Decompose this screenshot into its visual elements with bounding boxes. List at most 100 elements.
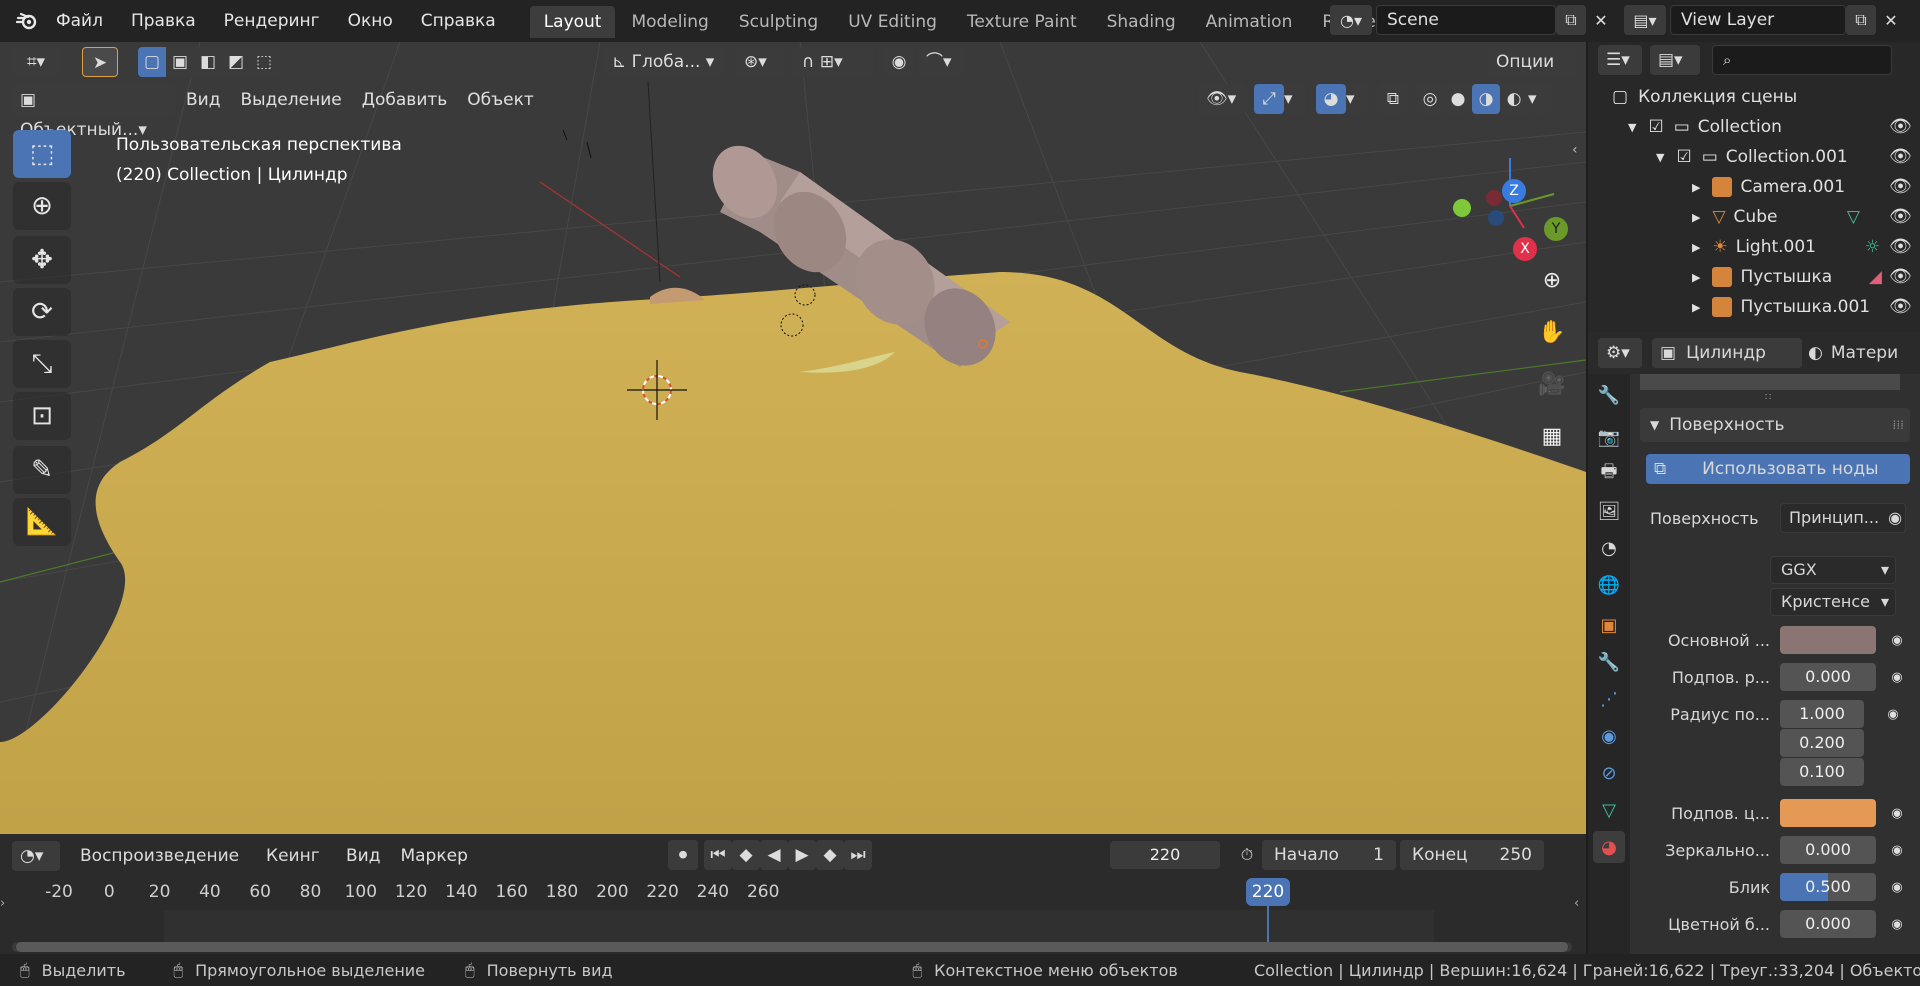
- prev-keyframe-icon[interactable]: ◆: [732, 840, 760, 870]
- select-cursor-icon[interactable]: ➤: [82, 47, 118, 77]
- drag-handle-icon[interactable]: ⁞⁞⁞: [1893, 418, 1904, 432]
- menu-file[interactable]: Файл: [42, 0, 117, 42]
- subsurface-method-dropdown[interactable]: Кристенсе ▾: [1770, 588, 1896, 616]
- playback-dropdown[interactable]: Воспроизведение ▾: [72, 841, 254, 896]
- pan-hand-icon[interactable]: ✋: [1532, 312, 1572, 352]
- eye-icon[interactable]: 👁: [1889, 296, 1912, 317]
- transform-tool-icon[interactable]: ⊡: [13, 392, 71, 440]
- constraint-icon[interactable]: ◢: [1869, 267, 1882, 287]
- outliner-editor-icon[interactable]: ☰▾: [1598, 45, 1642, 75]
- outliner-row-collection[interactable]: ▼ ☑ ▭ Collection 👁: [1588, 112, 1920, 142]
- eye-icon[interactable]: 👁: [1889, 206, 1912, 227]
- subsurface-radius-y[interactable]: 0.200: [1780, 729, 1864, 757]
- view-layer-icon[interactable]: ▤▾: [1624, 5, 1666, 35]
- checkbox-icon[interactable]: ☑: [1676, 147, 1691, 167]
- outliner-row-cube[interactable]: ▶ ▽ Cube ▽ 👁: [1588, 202, 1920, 232]
- select-intersect-icon[interactable]: ⬚: [250, 47, 278, 77]
- surface-shader-dropdown[interactable]: Принцип... ◉: [1780, 503, 1906, 533]
- properties-editor-icon[interactable]: ⚙▾: [1598, 338, 1642, 368]
- select-subtract-icon[interactable]: ◧: [194, 47, 222, 77]
- viewport-menu-select[interactable]: Выделение: [230, 84, 351, 116]
- link-icon[interactable]: ◉: [1882, 703, 1904, 725]
- wireframe-shading-icon[interactable]: ◎: [1416, 84, 1444, 114]
- blender-icon[interactable]: [12, 6, 42, 36]
- snap-icon[interactable]: ∩ ⊞▾: [794, 47, 874, 77]
- collapse-arrow-icon[interactable]: ▶: [1692, 301, 1700, 314]
- start-frame-field[interactable]: Начало 1: [1262, 840, 1396, 870]
- light-data-icon[interactable]: ☼: [1865, 237, 1880, 257]
- subsurface-radius-x[interactable]: 1.000: [1780, 700, 1864, 728]
- eye-icon[interactable]: 👁: [1889, 236, 1912, 257]
- link-icon[interactable]: ◉: [1886, 666, 1908, 688]
- object-mode-dropdown[interactable]: ▣ Объектный...▾: [12, 85, 176, 140]
- material-breadcrumb[interactable]: ◐ Матери: [1808, 343, 1898, 363]
- use-nodes-button[interactable]: ⧉ Использовать ноды: [1646, 454, 1910, 484]
- timeline-ruler[interactable]: -20 0 20 40 60 80 100 120 140 160 180 200 220 240 260 …: [12, 878, 1572, 942]
- tab-shading[interactable]: Shading: [1093, 6, 1190, 38]
- tab-layout[interactable]: Layout: [529, 6, 616, 38]
- editor-type-icon[interactable]: ⌗▾: [12, 47, 60, 77]
- tool-tab-icon[interactable]: 🔧: [1593, 379, 1625, 411]
- scene-icon[interactable]: ◔▾: [1330, 5, 1372, 35]
- viewport-menu-add[interactable]: Добавить: [352, 84, 458, 116]
- outliner-row-empty[interactable]: ▶ Пустышка ◢ 👁: [1588, 262, 1920, 292]
- select-box-tool-icon[interactable]: ⬚: [13, 130, 71, 178]
- select-invert-icon[interactable]: ◩: [222, 47, 250, 77]
- tab-animation[interactable]: Animation: [1192, 6, 1307, 38]
- subsurface-color-swatch[interactable]: [1780, 799, 1876, 827]
- viewport-menu-object[interactable]: Объект: [457, 84, 544, 116]
- eye-icon[interactable]: 👁: [1889, 116, 1912, 137]
- material-tab-icon[interactable]: ◕: [1593, 831, 1625, 863]
- timeline-menu-view[interactable]: Вид: [336, 840, 390, 872]
- colored-specular-value[interactable]: 0.000: [1780, 910, 1876, 938]
- material-shading-icon[interactable]: ◑: [1472, 84, 1500, 114]
- cursor-tool-icon[interactable]: ⊕: [13, 182, 71, 230]
- eye-icon[interactable]: 👁: [1889, 266, 1912, 287]
- view-layer-tab-icon[interactable]: 🖼: [1593, 495, 1625, 527]
- data-tab-icon[interactable]: ▽: [1593, 794, 1625, 826]
- outliner-row-collection-001[interactable]: ▼ ☑ ▭ Collection.001 👁: [1588, 142, 1920, 172]
- eye-icon[interactable]: 👁: [1889, 146, 1912, 167]
- outliner-row-camera[interactable]: ▶ Camera.001 👁: [1588, 172, 1920, 202]
- tab-texture-paint[interactable]: Texture Paint: [953, 6, 1091, 38]
- overlays-icon[interactable]: ◕: [1316, 84, 1346, 114]
- view-layer-field[interactable]: View Layer: [1670, 5, 1846, 35]
- options-dropdown[interactable]: Опции ▾: [1488, 47, 1576, 102]
- scrollbar-thumb[interactable]: [16, 942, 1568, 952]
- tab-sculpting[interactable]: Sculpting: [725, 6, 832, 38]
- jump-start-icon[interactable]: ⏮: [704, 840, 732, 870]
- ortho-grid-icon[interactable]: ▦: [1532, 416, 1572, 456]
- collapse-arrow-icon[interactable]: ▶: [1692, 181, 1700, 194]
- object-breadcrumb[interactable]: ▣ Цилиндр: [1652, 338, 1802, 368]
- menu-render[interactable]: Рендеринг: [210, 0, 334, 42]
- gizmo-x-icon[interactable]: X: [1513, 237, 1537, 261]
- keying-dropdown[interactable]: Кеинг ▾: [258, 841, 336, 896]
- measure-tool-icon[interactable]: 📐: [13, 498, 71, 546]
- pivot-point-icon[interactable]: ⊛▾: [736, 47, 784, 77]
- visibility-icon[interactable]: 👁▾: [1198, 84, 1246, 114]
- collapse-arrow-icon[interactable]: ▶: [1692, 211, 1700, 224]
- gizmo-y-icon[interactable]: Y: [1544, 217, 1568, 241]
- link-icon[interactable]: ◉: [1886, 839, 1908, 861]
- sidebar-toggle-icon[interactable]: ‹: [1572, 142, 1578, 158]
- object-tab-icon[interactable]: ▣: [1593, 609, 1625, 641]
- metallic-value[interactable]: 0.000: [1780, 836, 1876, 864]
- play-reverse-icon[interactable]: ◀: [760, 840, 788, 870]
- play-icon[interactable]: ▶: [788, 840, 816, 870]
- subsurface-radius-z[interactable]: 0.100: [1780, 758, 1864, 786]
- outliner-row-light[interactable]: ▶ ☀ Light.001 ☼ 👁: [1588, 232, 1920, 262]
- falloff-icon[interactable]: ⌒▾: [918, 47, 964, 77]
- base-color-swatch[interactable]: [1780, 626, 1876, 654]
- record-icon[interactable]: ⏺: [668, 840, 698, 870]
- transform-orientation-dropdown[interactable]: ⊾ Глоба... ▾: [604, 47, 724, 77]
- copy-scene-icon[interactable]: ⧉: [1556, 5, 1586, 35]
- menu-window[interactable]: Окно: [334, 0, 407, 42]
- timeline-editor-icon[interactable]: ◔▾: [12, 841, 60, 871]
- render-tab-icon[interactable]: 📷: [1593, 421, 1625, 453]
- link-icon[interactable]: ◉: [1886, 802, 1908, 824]
- checkbox-icon[interactable]: ☑: [1648, 117, 1663, 137]
- xray-icon[interactable]: ⧉: [1378, 84, 1408, 114]
- solid-shading-icon[interactable]: ●: [1444, 84, 1472, 114]
- output-tab-icon[interactable]: 🖶: [1593, 458, 1625, 490]
- outliner-search-input[interactable]: ⌕: [1712, 45, 1892, 75]
